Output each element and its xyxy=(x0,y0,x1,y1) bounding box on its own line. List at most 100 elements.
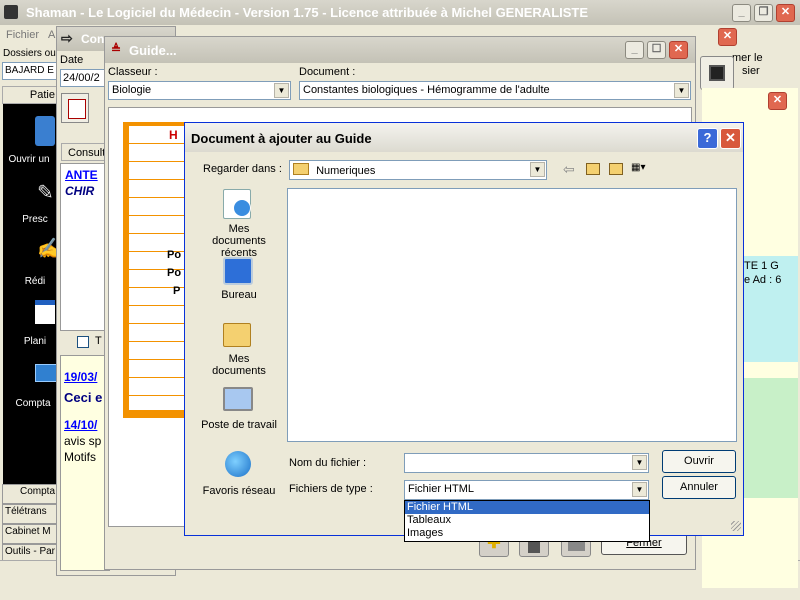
nav-compta[interactable]: Compta xyxy=(7,398,59,409)
right-panel-close-button[interactable]: ✕ xyxy=(768,92,787,110)
cancel-button[interactable]: Annuler xyxy=(662,476,736,499)
filename-label: Nom du fichier : xyxy=(289,457,367,469)
main-title-text: Shaman - Le Logiciel du Médecin - Versio… xyxy=(26,5,589,20)
dialog-title-bar[interactable]: Document à ajouter au Guide ? ✕ xyxy=(185,123,743,152)
save-button[interactable] xyxy=(700,56,734,90)
place-documents-label: Mes documents xyxy=(212,353,266,377)
filetype-option-tableaux[interactable]: Tableaux xyxy=(405,514,649,527)
entry-date-2[interactable]: 14/10/ xyxy=(64,418,97,432)
main-menu-bar: Fichier A xyxy=(0,25,60,45)
place-desktop[interactable]: Bureau xyxy=(189,255,285,303)
file-list[interactable] xyxy=(287,188,737,442)
resize-grip-icon[interactable] xyxy=(731,521,741,531)
look-in-label: Regarder dans : xyxy=(203,163,282,175)
dialog-title: Document à ajouter au Guide xyxy=(191,131,372,146)
main-close-button[interactable]: ✕ xyxy=(776,4,795,22)
entry-text-2: avis sp xyxy=(64,434,102,448)
filetype-option-images[interactable]: Images xyxy=(405,527,649,540)
main-maximize-button[interactable]: ❐ xyxy=(754,4,773,22)
nav-presc[interactable]: Presc xyxy=(9,214,61,225)
calendar-icon xyxy=(35,300,55,324)
consult-checkbox-label: T xyxy=(95,335,102,347)
nav-rediger[interactable]: Rédi xyxy=(9,276,61,287)
right-close-button-top[interactable]: ✕ xyxy=(718,28,737,46)
right-text-1: mer le xyxy=(732,52,763,64)
nav-ouvrir[interactable]: Ouvrir un xyxy=(3,154,55,165)
place-recent-label: Mes documents récents xyxy=(212,223,266,259)
filetype-dropdown: Fichier HTML Tableaux Images xyxy=(404,500,650,542)
preview-label-3: Po xyxy=(167,267,182,279)
menu-a[interactable]: A xyxy=(48,29,55,41)
guide-icon: ≜ xyxy=(111,42,122,56)
look-in-select[interactable]: Numeriques ▼ xyxy=(289,160,547,180)
chevron-down-icon[interactable]: ▼ xyxy=(674,83,689,98)
places-bar: Mes documents récents Bureau Mes documen… xyxy=(189,185,285,505)
place-documents[interactable]: Mes documents xyxy=(189,319,285,377)
new-folder-icon[interactable] xyxy=(609,163,623,175)
patient-name: BAJARD E xyxy=(5,65,54,76)
history-chir: CHIR xyxy=(65,184,95,198)
chevron-down-icon[interactable]: ▼ xyxy=(530,162,545,177)
preview-label-2: Po xyxy=(167,249,182,261)
guide-maximize-button[interactable]: ☐ xyxy=(647,41,666,59)
view-menu-icon[interactable]: ▦▾ xyxy=(631,163,653,175)
filetype-select[interactable]: Fichier HTML ▼ xyxy=(404,480,649,500)
nav-planning[interactable]: Plani xyxy=(9,336,61,347)
dossiers-label: Dossiers ou xyxy=(3,48,56,59)
up-folder-icon[interactable] xyxy=(586,163,600,175)
notepad-button[interactable] xyxy=(61,93,89,123)
preview-document: H Po Po P xyxy=(123,122,193,418)
place-computer-label: Poste de travail xyxy=(201,419,277,431)
preview-label-4: P xyxy=(173,285,181,297)
floppy-disk-icon xyxy=(709,65,725,81)
arrow-right-icon: ⇨ xyxy=(61,30,73,46)
patient-tab[interactable]: Patie xyxy=(2,86,58,104)
guide-close-button[interactable]: ✕ xyxy=(669,41,688,59)
bottom-tabs: Compta Télétrans Cabinet M Outils - Par xyxy=(2,484,58,564)
prescription-icon: ✎ xyxy=(37,182,54,204)
network-places-icon xyxy=(225,451,251,477)
open-folder-icon xyxy=(35,116,55,146)
tab-cabinet[interactable]: Cabinet M xyxy=(2,524,58,544)
classeur-select[interactable]: Biologie ▼ xyxy=(108,81,291,100)
filetype-option-html[interactable]: Fichier HTML xyxy=(405,501,649,514)
entry-date-1[interactable]: 19/03/ xyxy=(64,370,97,384)
history-panel: ANTE CHIR xyxy=(60,163,110,331)
guide-title: Guide... xyxy=(129,43,177,58)
back-arrow-icon[interactable]: ⇦ xyxy=(563,161,575,178)
open-dialog: Document à ajouter au Guide ? ✕ Regarder… xyxy=(184,122,744,542)
filetype-label: Fichiers de type : xyxy=(289,483,373,495)
open-button[interactable]: Ouvrir xyxy=(662,450,736,473)
classeur-label: Classeur : xyxy=(108,66,158,78)
history-ante[interactable]: ANTE xyxy=(65,168,98,182)
guide-title-bar[interactable]: ≜ Guide... _ ☐ ✕ xyxy=(105,37,695,63)
menu-fichier[interactable]: Fichier xyxy=(6,29,39,41)
nav-panel: Ouvrir un ✎ Presc ✍ Rédi Plani Compta xyxy=(3,104,62,484)
consult-checkbox[interactable] xyxy=(77,336,89,348)
place-computer[interactable]: Poste de travail xyxy=(189,383,285,437)
place-recent[interactable]: Mes documents récents xyxy=(189,185,285,259)
date-field[interactable]: 24/00/2 xyxy=(60,69,110,87)
main-title-bar[interactable]: Shaman - Le Logiciel du Médecin - Versio… xyxy=(0,0,800,25)
document-label: Document : xyxy=(299,66,356,78)
consult-title: Con xyxy=(81,32,105,46)
dialog-close-button[interactable]: ✕ xyxy=(720,128,741,149)
entries-panel: 19/03/ Ceci e 14/10/ avis sp Motifs xyxy=(60,355,110,571)
preview-label-1: H xyxy=(169,128,178,142)
patient-name-field[interactable]: BAJARD E xyxy=(2,62,58,80)
chevron-down-icon[interactable]: ▼ xyxy=(632,455,647,470)
guide-minimize-button[interactable]: _ xyxy=(625,41,644,59)
tab-compta[interactable]: Compta xyxy=(2,484,58,504)
date-label: Date xyxy=(60,54,84,66)
document-select[interactable]: Constantes biologiques - Hémogramme de l… xyxy=(299,81,691,100)
chevron-down-icon[interactable]: ▼ xyxy=(274,83,289,98)
entry-text-1: Ceci e xyxy=(64,390,103,405)
chevron-down-icon[interactable]: ▼ xyxy=(632,482,647,497)
tab-teletrans[interactable]: Télétrans xyxy=(2,504,58,524)
dialog-help-button[interactable]: ? xyxy=(697,128,718,149)
notepad-icon xyxy=(68,99,86,119)
place-network[interactable]: Favoris réseau xyxy=(189,449,285,505)
filename-input[interactable]: ▼ xyxy=(404,453,649,473)
right-info-area: TE 1 G e Ad : 6 xyxy=(742,256,798,362)
main-minimize-button[interactable]: _ xyxy=(732,4,751,22)
